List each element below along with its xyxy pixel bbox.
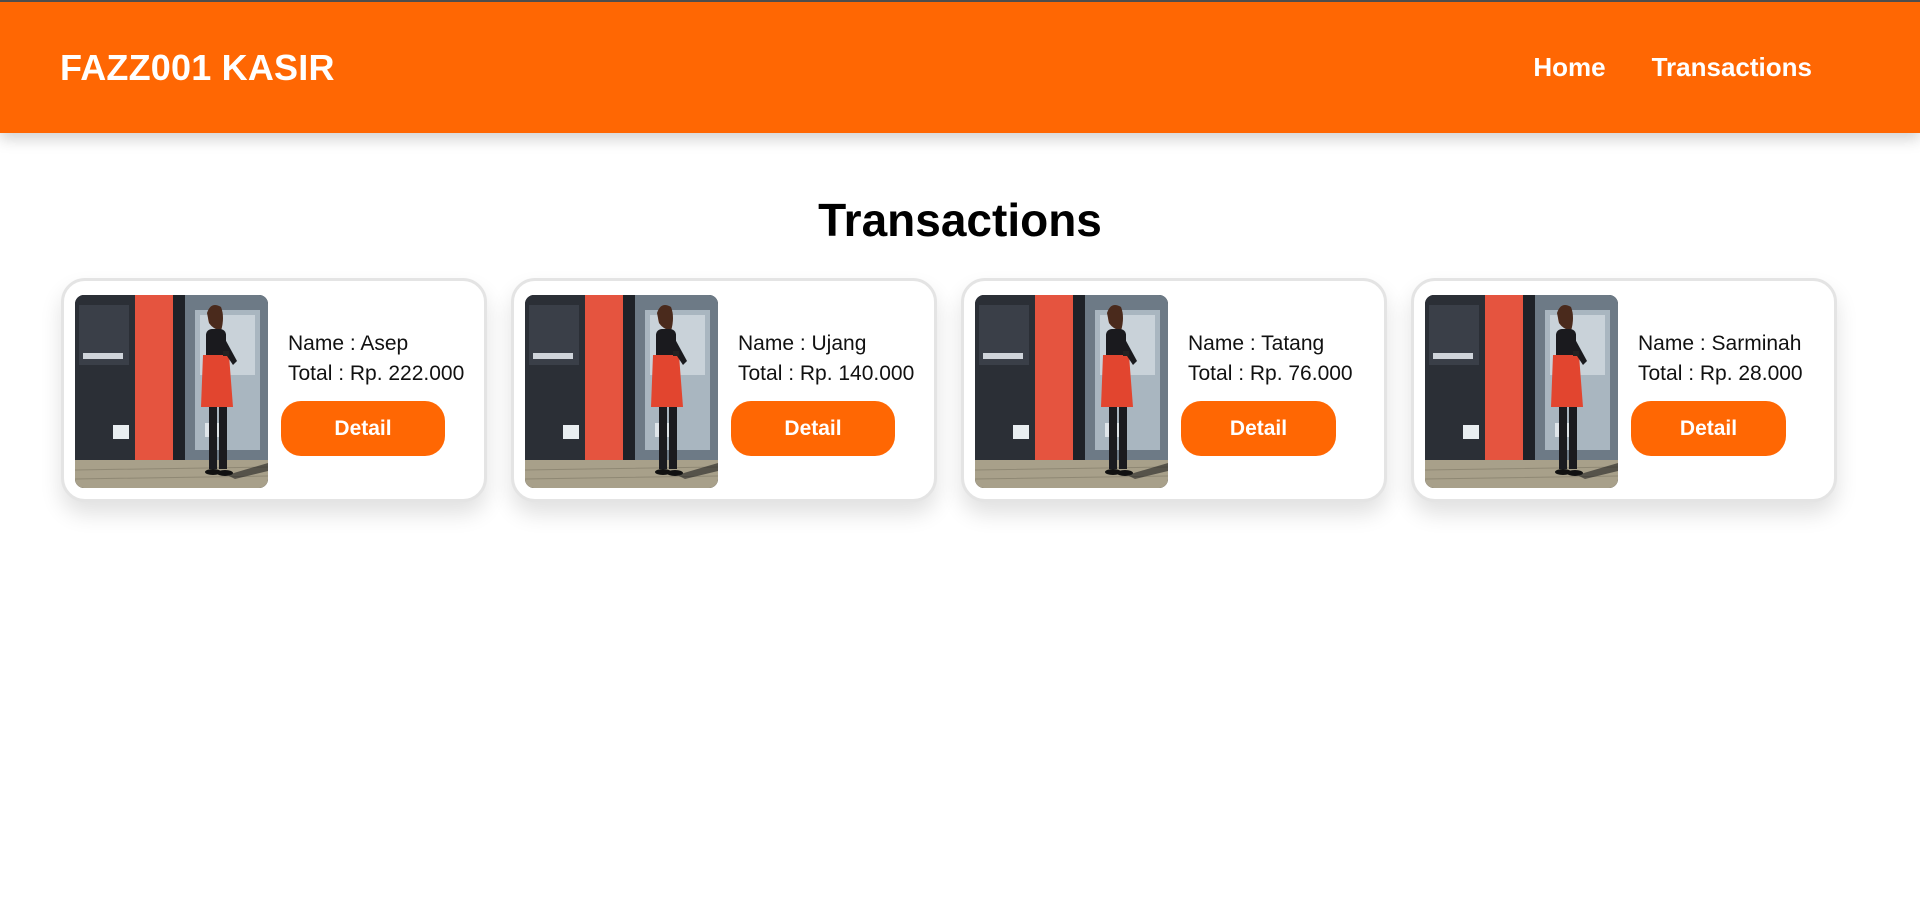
detail-button[interactable]: Detail bbox=[1181, 401, 1336, 456]
transaction-info: Name : Sarminah Total : Rp. 28.000 bbox=[1638, 329, 1838, 389]
transaction-info: Name : Asep Total : Rp. 222.000 bbox=[288, 329, 488, 389]
nav-transactions-link[interactable]: Transactions bbox=[1652, 50, 1812, 84]
customer-name: Name : Asep bbox=[288, 332, 409, 355]
detail-button[interactable]: Detail bbox=[281, 401, 445, 456]
transaction-card: Name : Tatang Total : Rp. 76.000 Detail bbox=[961, 278, 1387, 502]
transaction-total: Total : Rp. 222.000 bbox=[288, 362, 465, 385]
top-navbar: FAZZ001 KASIR Home Transactions bbox=[0, 0, 1920, 133]
nav-home-link[interactable]: Home bbox=[1533, 50, 1605, 84]
transaction-card: Name : Asep Total : Rp. 222.000 Detail bbox=[61, 278, 487, 502]
transaction-card: Name : Ujang Total : Rp. 140.000 Detail bbox=[511, 278, 937, 502]
transaction-photo bbox=[525, 295, 718, 488]
transaction-photo bbox=[75, 295, 268, 488]
transaction-info: Name : Ujang Total : Rp. 140.000 bbox=[738, 329, 938, 389]
transaction-photo bbox=[975, 295, 1168, 488]
page-title: Transactions bbox=[818, 194, 1102, 246]
detail-button[interactable]: Detail bbox=[1631, 401, 1786, 456]
brand-logo-text[interactable]: FAZZ001 KASIR bbox=[60, 47, 335, 89]
nav-links: Home Transactions bbox=[1533, 50, 1812, 84]
transaction-card: Name : Sarminah Total : Rp. 28.000 Detai… bbox=[1411, 278, 1837, 502]
customer-name: Name : Ujang bbox=[738, 332, 867, 355]
transaction-photo bbox=[1425, 295, 1618, 488]
transaction-total: Total : Rp. 76.000 bbox=[1188, 362, 1353, 385]
transaction-total: Total : Rp. 28.000 bbox=[1638, 362, 1803, 385]
customer-name: Name : Sarminah bbox=[1638, 332, 1802, 355]
transaction-total: Total : Rp. 140.000 bbox=[738, 362, 915, 385]
detail-button[interactable]: Detail bbox=[731, 401, 895, 456]
transaction-info: Name : Tatang Total : Rp. 76.000 bbox=[1188, 329, 1388, 389]
customer-name: Name : Tatang bbox=[1188, 332, 1325, 355]
